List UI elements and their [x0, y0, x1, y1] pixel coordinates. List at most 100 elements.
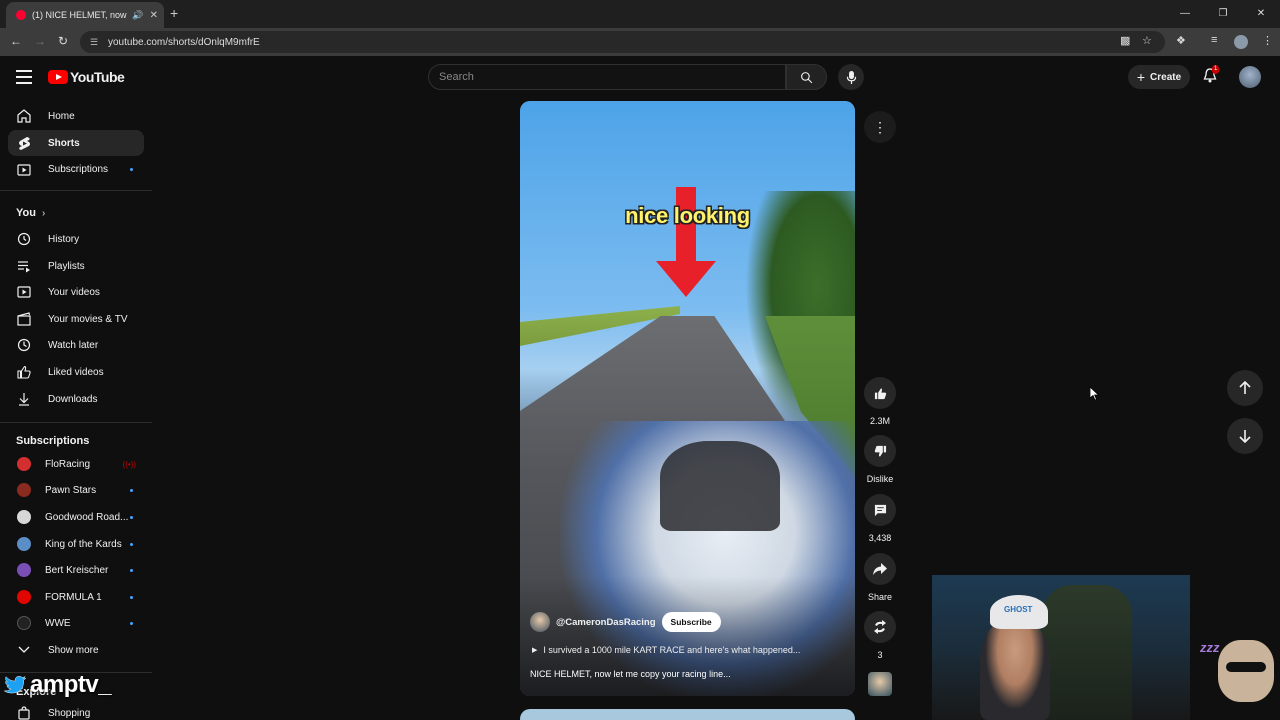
- red-arrow-head-icon: [656, 261, 716, 297]
- like-action: 2.3M: [864, 377, 896, 426]
- channel-avatar: [17, 457, 31, 471]
- browser-tabstrip: (1) NICE HELMET, now let m 🔊 ✕ + — ❐ ✕: [0, 0, 1280, 28]
- minimize-icon[interactable]: —: [1166, 0, 1204, 28]
- sidebar-item-label: Bert Kreischer: [45, 564, 109, 576]
- channel-avatar: [17, 537, 31, 551]
- sidebar-item-label: Pawn Stars: [45, 484, 97, 496]
- channel-name[interactable]: @CameronDasRacing: [556, 617, 656, 628]
- chevron-right-icon: ›: [41, 207, 46, 219]
- new-content-dot: [130, 568, 133, 572]
- notification-badge: 1: [1212, 65, 1220, 74]
- related-video-title: I survived a 1000 mile KART RACE and her…: [543, 645, 801, 655]
- menu-icon[interactable]: [16, 70, 32, 88]
- sidebar-item-downloads[interactable]: Downloads: [8, 386, 144, 412]
- related-video-link[interactable]: ▶ I survived a 1000 mile KART RACE and h…: [532, 645, 800, 655]
- watch-later-icon: [16, 337, 32, 353]
- sidebar-item-home[interactable]: Home: [8, 103, 144, 129]
- sleeping-mascot-emote: zzz: [1200, 632, 1278, 720]
- remix-button[interactable]: [864, 611, 896, 643]
- new-content-dot: [130, 488, 133, 492]
- sound-source-avatar[interactable]: [868, 672, 892, 696]
- more-vert-icon: ⋮: [873, 119, 887, 135]
- like-button[interactable]: [864, 377, 896, 409]
- create-button[interactable]: + Create: [1128, 65, 1190, 89]
- channel-avatar[interactable]: [530, 612, 550, 632]
- webcam-streamer: [980, 620, 1050, 720]
- short-video-player[interactable]: nice looking @CameronDasRacing Subscribe…: [520, 101, 855, 696]
- dislike-button[interactable]: [864, 435, 896, 467]
- history-icon: [16, 231, 32, 247]
- notifications-button[interactable]: 1: [1203, 65, 1220, 88]
- search-button[interactable]: [786, 64, 827, 90]
- sidebar-channel-goodwood[interactable]: Goodwood Road...: [8, 504, 144, 530]
- bookmark-star-icon[interactable]: ☆: [1142, 34, 1152, 47]
- sidebar-item-your-videos[interactable]: Your videos: [8, 279, 144, 305]
- dislike-action: Dislike: [864, 435, 896, 484]
- new-tab-icon[interactable]: +: [170, 5, 178, 21]
- webcam-gaming-chair: [1042, 585, 1132, 720]
- comments-button[interactable]: [864, 494, 896, 526]
- back-icon[interactable]: ←: [10, 34, 22, 48]
- sidebar-channel-pawn-stars[interactable]: Pawn Stars: [8, 477, 144, 503]
- share-arrow-icon: [873, 563, 887, 575]
- home-icon: [16, 108, 32, 124]
- reload-icon[interactable]: ↻: [58, 34, 68, 48]
- sidebar-item-label: Home: [48, 110, 75, 122]
- sidebar-item-shopping[interactable]: Shopping: [8, 702, 144, 720]
- search-input[interactable]: Search: [428, 64, 786, 90]
- address-bar[interactable]: ☰ youtube.com/shorts/dOnlqM9mfrE: [80, 31, 1165, 53]
- watermark-text: amptv_: [30, 671, 112, 698]
- close-tab-icon[interactable]: ✕: [150, 10, 158, 21]
- channel-avatar: [17, 616, 31, 630]
- sidebar-channel-floracing[interactable]: FloRacing ((•)): [8, 451, 144, 477]
- hat-logo-text: GHOST: [1004, 605, 1033, 614]
- voice-search-button[interactable]: [838, 64, 864, 90]
- sidebar-item-label: WWE: [45, 617, 71, 629]
- extensions-icon[interactable]: ❖: [1176, 34, 1186, 47]
- profile-icon[interactable]: [1234, 35, 1248, 49]
- sidebar-item-subscriptions[interactable]: Subscriptions: [8, 156, 144, 182]
- play-icon: ▶: [532, 647, 538, 654]
- sidebar-show-more[interactable]: Show more: [8, 637, 144, 663]
- browser-menu-icon[interactable]: ⋮: [1262, 34, 1273, 47]
- sidebar-item-watch-later[interactable]: Watch later: [8, 332, 144, 358]
- channel-avatar: [17, 590, 31, 604]
- youtube-logo[interactable]: YouTube: [48, 69, 125, 85]
- sidebar-you-heading[interactable]: You ›: [16, 207, 45, 219]
- browser-tab[interactable]: (1) NICE HELMET, now let m 🔊 ✕: [6, 2, 164, 28]
- previous-short-button[interactable]: [1227, 370, 1263, 406]
- sidebar-channel-formula-1[interactable]: FORMULA 1: [8, 584, 144, 610]
- sidebar-channel-wwe[interactable]: WWE: [8, 610, 144, 636]
- next-short-preview[interactable]: [520, 709, 855, 720]
- share-action: Share: [864, 553, 896, 602]
- sidebar-channel-bert-kreischer[interactable]: Bert Kreischer: [8, 557, 144, 583]
- site-info-icon[interactable]: ☰: [90, 37, 100, 47]
- share-label: Share: [867, 592, 893, 602]
- speaker-icon[interactable]: 🔊: [132, 10, 143, 21]
- twitter-bird-icon: [4, 676, 26, 694]
- share-button[interactable]: [864, 553, 896, 585]
- window-controls: — ❐ ✕: [1166, 0, 1280, 28]
- short-title[interactable]: NICE HELMET, now let me copy your racing…: [530, 669, 731, 679]
- sidebar-item-history[interactable]: History: [8, 226, 144, 252]
- sidebar-item-playlists[interactable]: Playlists: [8, 253, 144, 279]
- sidebar-channel-king-of-the-kards[interactable]: King of the Kards: [8, 531, 144, 557]
- more-options-button[interactable]: ⋮: [864, 111, 896, 143]
- sidebar-item-shorts[interactable]: Shorts: [8, 130, 144, 156]
- search-icon: [801, 71, 813, 83]
- dislike-label: Dislike: [866, 474, 894, 484]
- account-avatar[interactable]: [1239, 66, 1261, 88]
- close-window-icon[interactable]: ✕: [1242, 0, 1280, 28]
- sidebar-divider: [0, 422, 152, 423]
- sidebar-item-liked-videos[interactable]: Liked videos: [8, 359, 144, 385]
- restore-icon[interactable]: ❐: [1204, 0, 1242, 28]
- media-control-icon[interactable]: ≡: [1211, 34, 1217, 46]
- install-app-icon[interactable]: ▩: [1120, 34, 1130, 47]
- sidebar-item-movies[interactable]: Your movies & TV: [8, 306, 144, 332]
- logo-text: YouTube: [70, 69, 125, 85]
- forward-icon[interactable]: →: [34, 34, 46, 48]
- video-caption: nice looking: [625, 203, 750, 228]
- subscribe-button[interactable]: Subscribe: [661, 612, 721, 632]
- next-short-button[interactable]: [1227, 418, 1263, 454]
- sidebar-divider: [0, 190, 152, 191]
